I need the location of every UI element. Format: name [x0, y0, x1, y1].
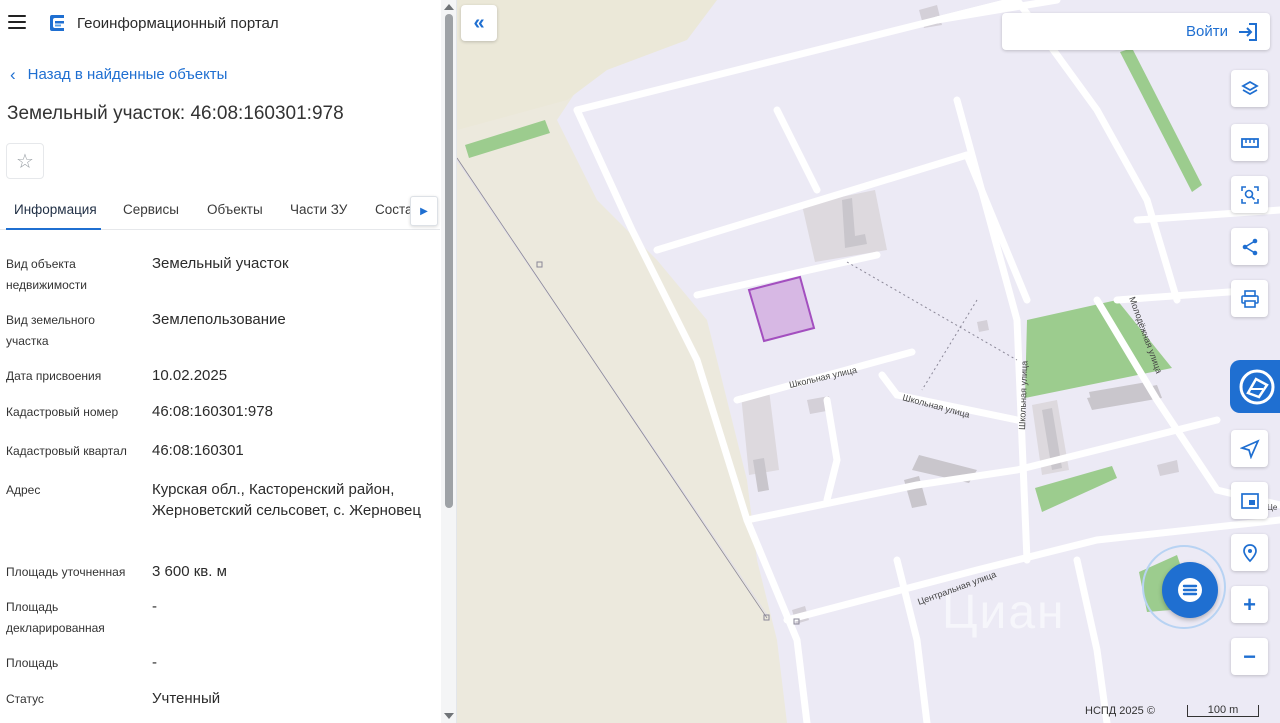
- property-label: Адрес: [6, 483, 41, 497]
- tab-information[interactable]: Информация: [14, 202, 97, 217]
- menu-icon[interactable]: [8, 15, 26, 29]
- property-value: 10.02.2025: [152, 367, 228, 384]
- property-label: Вид земельного участка: [6, 313, 95, 348]
- navigation-arrow-icon: [1239, 438, 1260, 459]
- zoom-out-button[interactable]: −: [1231, 638, 1268, 675]
- area-select-button[interactable]: [1231, 176, 1268, 213]
- layers-icon: [1240, 80, 1259, 95]
- tab-services[interactable]: Сервисы: [123, 202, 179, 217]
- property-value: Курская обл., Касторенский район, Жернов…: [152, 481, 421, 519]
- map-scale: 100 m: [1187, 705, 1259, 717]
- property-label: Дата присвоения: [6, 369, 102, 383]
- panel-header: Геоинформационный портал: [0, 0, 440, 46]
- chat-icon: [1178, 578, 1202, 602]
- property-value: Земельный участок: [152, 255, 289, 272]
- street-label-edge: Це: [1267, 503, 1278, 512]
- property-label: Площадь декларированная: [6, 600, 105, 635]
- login-arrow-icon: [1239, 22, 1257, 41]
- property-value: Учтенный: [152, 690, 221, 707]
- collapse-panel-button[interactable]: «: [461, 5, 497, 41]
- tab-objects[interactable]: Объекты: [207, 202, 263, 217]
- watermark: Циан: [942, 586, 1066, 639]
- minimap-button[interactable]: [1231, 482, 1268, 519]
- login-button[interactable]: Войти: [1002, 13, 1270, 50]
- property-value: 3 600 кв. м: [152, 563, 227, 580]
- info-panel: Геоинформационный портал ‹ Назад в найде…: [0, 0, 457, 723]
- scroll-down-icon[interactable]: [444, 713, 454, 719]
- area-search-icon: [1240, 185, 1259, 204]
- property-value: -: [152, 598, 157, 615]
- property-label: Кадастровый квартал: [6, 444, 127, 458]
- cadastral-services-tab[interactable]: [1230, 360, 1280, 413]
- scroll-thumb[interactable]: [445, 14, 453, 508]
- object-title: Земельный участок: 46:08:160301:978: [7, 103, 344, 124]
- panel-scrollbar[interactable]: [441, 0, 456, 723]
- ruler-icon: [1240, 137, 1259, 148]
- chevron-left-icon: ‹: [10, 65, 16, 84]
- street-label-shkolnaya-1: Школьная улица: [788, 365, 858, 390]
- tab-composition[interactable]: Соста: [375, 202, 413, 217]
- login-label: Войти: [1186, 23, 1228, 40]
- property-label: Площадь уточненная: [6, 565, 126, 579]
- tabs-scroll-right-icon[interactable]: ▶: [410, 196, 438, 226]
- favorite-star-icon[interactable]: ☆: [6, 143, 44, 179]
- share-icon: [1242, 238, 1257, 255]
- property-value: 46:08:160301:978: [152, 403, 273, 420]
- back-to-results-link[interactable]: ‹ Назад в найденные объекты: [10, 66, 227, 83]
- tab-bar: Информация Сервисы Объекты Части ЗУ Сост…: [0, 192, 440, 230]
- tab-parts[interactable]: Части ЗУ: [290, 202, 347, 217]
- back-link-label: Назад в найденные объекты: [27, 66, 228, 83]
- property-label: Площадь: [6, 656, 59, 670]
- street-label-shkolnaya-3: Школьная улица: [1017, 361, 1029, 430]
- property-value: 46:08:160301: [152, 442, 244, 459]
- chat-button[interactable]: [1162, 562, 1218, 618]
- active-tab-indicator: [6, 228, 101, 230]
- ruler-button[interactable]: [1231, 124, 1268, 161]
- zoom-in-button[interactable]: +: [1231, 586, 1268, 623]
- coordinates-button[interactable]: [1231, 534, 1268, 571]
- map-attribution: НСПД 2025 ©: [1085, 705, 1155, 717]
- map-view[interactable]: Школьная улица Школьная улица Школьная у…: [457, 0, 1280, 723]
- property-value: -: [152, 654, 157, 671]
- share-button[interactable]: [1231, 228, 1268, 265]
- scroll-up-icon[interactable]: [444, 4, 454, 10]
- minimap-icon: [1240, 492, 1259, 509]
- cadastral-logo-icon: [1239, 369, 1275, 404]
- property-label: Кадастровый номер: [6, 405, 119, 419]
- property-label: Вид объекта недвижимости: [6, 257, 87, 292]
- property-label: Статус: [6, 692, 44, 706]
- layers-button[interactable]: [1231, 70, 1268, 107]
- location-pin-icon: [1242, 543, 1257, 562]
- property-value: Землепользование: [152, 311, 286, 328]
- selected-parcel: [747, 275, 816, 343]
- portal-logo-icon: [50, 15, 64, 31]
- print-icon: [1240, 289, 1259, 308]
- portal-title: Геоинформационный портал: [77, 15, 279, 32]
- print-button[interactable]: [1231, 280, 1268, 317]
- geolocation-button[interactable]: [1231, 430, 1268, 467]
